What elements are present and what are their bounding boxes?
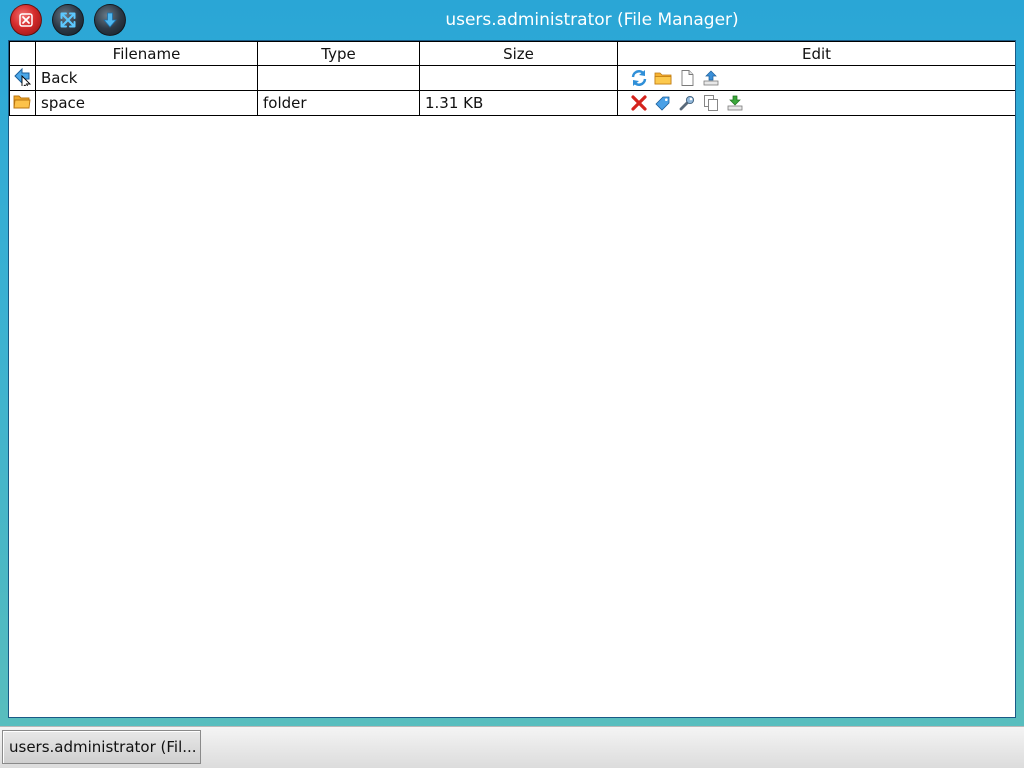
- upload-button[interactable]: [702, 69, 720, 87]
- folder-icon-cell[interactable]: [9, 90, 36, 116]
- properties-button[interactable]: [678, 94, 696, 112]
- refresh-icon: [631, 70, 647, 86]
- close-icon: [19, 13, 33, 27]
- delete-button[interactable]: [630, 94, 648, 112]
- file-manager-pane: Filename Type Size Edit Back space folde…: [8, 40, 1016, 718]
- back-icon-cell[interactable]: [9, 65, 36, 91]
- new-file-icon: [681, 70, 694, 86]
- type-cell: [257, 65, 420, 91]
- filename-cell[interactable]: space: [35, 90, 258, 116]
- upload-icon: [703, 70, 719, 86]
- taskbar: users.administrator (Fil...: [0, 726, 1024, 768]
- type-column-header[interactable]: Type: [257, 41, 420, 66]
- copy-icon: [704, 95, 718, 111]
- size-column-header[interactable]: Size: [419, 41, 618, 66]
- close-window-button[interactable]: [10, 4, 42, 36]
- edit-column-header: Edit: [617, 41, 1015, 66]
- table-header-row: Filename Type Size Edit: [9, 41, 1015, 66]
- edit-actions-cell: [617, 90, 1015, 116]
- new-folder-icon: [654, 72, 672, 85]
- new-folder-button[interactable]: [654, 69, 672, 87]
- download-button[interactable]: [726, 94, 744, 112]
- minimize-window-button[interactable]: [94, 4, 126, 36]
- new-file-button[interactable]: [678, 69, 696, 87]
- rename-button[interactable]: [654, 94, 672, 112]
- delete-icon: [631, 95, 647, 111]
- file-table: Filename Type Size Edit Back space folde…: [9, 41, 1015, 116]
- folder-icon[interactable]: [12, 91, 32, 111]
- table-row-space[interactable]: space folder 1.31 KB: [9, 90, 1015, 116]
- rename-icon: [655, 96, 670, 111]
- window-title: users.administrator (File Manager): [445, 10, 739, 30]
- taskbar-window-button[interactable]: users.administrator (Fil...: [2, 730, 201, 764]
- edit-actions-cell: [617, 65, 1015, 91]
- refresh-button[interactable]: [630, 69, 648, 87]
- window-titlebar[interactable]: users.administrator (File Manager): [0, 0, 1024, 40]
- filename-cell[interactable]: Back: [35, 65, 258, 91]
- maximize-window-button[interactable]: [52, 4, 84, 36]
- copy-button[interactable]: [702, 94, 720, 112]
- size-cell: [419, 65, 618, 91]
- wrench-icon: [679, 95, 695, 111]
- size-cell: 1.31 KB: [419, 90, 618, 116]
- filename-column-header[interactable]: Filename: [35, 41, 258, 66]
- arrow-down-icon: [103, 12, 117, 28]
- table-row-back[interactable]: Back: [9, 65, 1015, 91]
- type-cell: folder: [257, 90, 420, 116]
- download-icon: [727, 95, 743, 111]
- back-arrow-icon[interactable]: [12, 66, 32, 90]
- maximize-icon: [60, 12, 76, 28]
- icon-column-header: [9, 41, 36, 66]
